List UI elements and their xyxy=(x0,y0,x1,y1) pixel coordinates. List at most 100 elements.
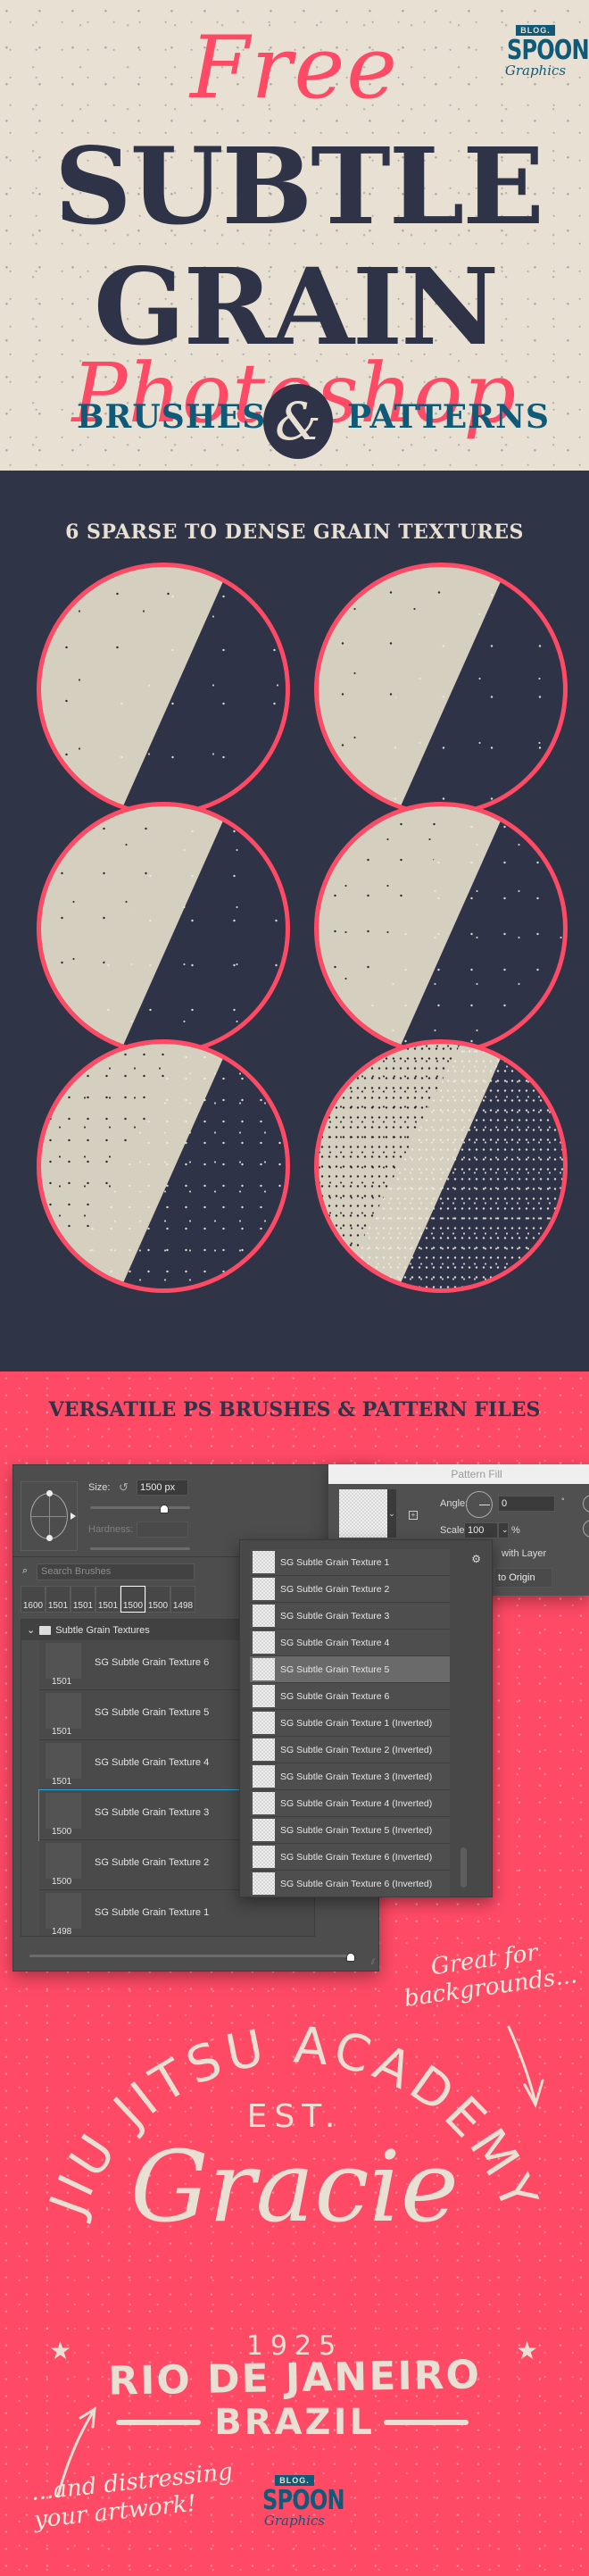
chevron-down-icon[interactable]: ⌄ xyxy=(27,1624,35,1636)
percent-unit: % xyxy=(511,1525,520,1536)
pattern-list-item[interactable]: SG Subtle Grain Texture 3 (Inverted) xyxy=(250,1763,450,1790)
search-icon: ⌕ xyxy=(22,1565,29,1576)
arrow-down-icon xyxy=(507,2025,544,2108)
crosshair-horizontal xyxy=(30,1516,66,1517)
crosshair-vertical xyxy=(49,1493,50,1538)
tip-handle-bottom[interactable] xyxy=(46,1535,53,1541)
brush-tip-preview[interactable] xyxy=(21,1481,78,1551)
gracie-script: Gracie xyxy=(130,2130,459,2244)
hardness-slider[interactable] xyxy=(90,1547,190,1550)
pattern-list-item[interactable]: SG Subtle Grain Texture 6 (Inverted) xyxy=(250,1871,450,1897)
scale-input[interactable]: 100 xyxy=(464,1522,498,1538)
versatile-heading: VERSATILE PS BRUSHES & PATTERN FILES xyxy=(48,1398,541,1421)
spoon-graphics-logo-bottom: BLOG. SPOON Graphics xyxy=(254,2472,345,2529)
new-preset-icon[interactable]: + xyxy=(409,1511,418,1520)
brush-name: SG Subtle Grain Texture 2 xyxy=(95,1857,210,1868)
link-with-layer-label[interactable]: with Layer xyxy=(502,1548,546,1559)
option-button-b[interactable] xyxy=(583,1520,589,1538)
pattern-list-item[interactable]: SG Subtle Grain Texture 6 xyxy=(250,1683,450,1710)
pattern-list-item[interactable]: SG Subtle Grain Texture 4 xyxy=(250,1630,450,1656)
pattern-thumbnail xyxy=(253,1738,275,1761)
brush-thumbnail xyxy=(46,1693,81,1729)
brush-name: SG Subtle Grain Texture 3 xyxy=(95,1807,210,1818)
patterns-label: PATTERNS xyxy=(347,398,550,436)
size-input[interactable]: 1500 px xyxy=(137,1480,188,1496)
pattern-name: SG Subtle Grain Texture 3 xyxy=(280,1610,390,1621)
pattern-name: SG Subtle Grain Texture 4 (Inverted) xyxy=(280,1797,433,1809)
pattern-name: SG Subtle Grain Texture 6 xyxy=(280,1690,390,1702)
pattern-name: SG Subtle Grain Texture 3 (Inverted) xyxy=(280,1771,433,1782)
size-label: Size: xyxy=(88,1482,111,1493)
rule-right xyxy=(384,2420,469,2425)
pattern-name: SG Subtle Grain Texture 6 (Inverted) xyxy=(280,1878,433,1889)
pattern-picker-popup: ⚙ SG Subtle Grain Texture 1 SG Subtle Gra… xyxy=(239,1539,493,1897)
texture-sample-circle xyxy=(314,802,568,1055)
pattern-thumbnail xyxy=(253,1605,275,1627)
gear-icon[interactable]: ⚙ xyxy=(471,1553,481,1565)
textures-section: 6 SPARSE TO DENSE GRAIN TEXTURES xyxy=(0,471,589,1371)
brushes-patterns-row: BRUSHES & PATTERNS xyxy=(0,375,589,473)
pattern-list-item[interactable]: SG Subtle Grain Texture 3 xyxy=(250,1603,450,1630)
pattern-thumbnail xyxy=(253,1792,275,1814)
size-slider[interactable] xyxy=(90,1506,190,1509)
pattern-thumbnail xyxy=(253,1631,275,1654)
angle-dial[interactable] xyxy=(466,1491,493,1518)
brush-preset[interactable]: 1500 xyxy=(145,1586,170,1613)
pattern-name: SG Subtle Grain Texture 2 xyxy=(280,1583,390,1595)
search-brushes-input[interactable]: Search Brushes xyxy=(37,1563,195,1580)
pattern-list-item[interactable]: SG Subtle Grain Texture 2 (Inverted) xyxy=(250,1737,450,1763)
angle-input[interactable]: 0 xyxy=(498,1496,555,1512)
pattern-thumbnail xyxy=(253,1658,275,1680)
brush-thumbnail xyxy=(46,1643,81,1679)
pattern-name: SG Subtle Grain Texture 2 (Inverted) xyxy=(280,1744,433,1755)
pattern-list-item[interactable]: SG Subtle Grain Texture 4 (Inverted) xyxy=(250,1790,450,1817)
pattern-swatch[interactable] xyxy=(339,1489,387,1538)
brush-group-name: Subtle Grain Textures xyxy=(55,1624,150,1636)
brush-preset[interactable]: 1501 xyxy=(95,1586,120,1613)
brush-size: 1501 xyxy=(52,1777,72,1787)
pattern-dropdown-chevron-icon[interactable]: ⌄ xyxy=(387,1489,396,1538)
angle-label: Angle: xyxy=(440,1498,469,1509)
scale-dropdown-chevron-icon[interactable]: ⌄ xyxy=(498,1522,509,1538)
pattern-list-item[interactable]: SG Subtle Grain Texture 1 xyxy=(250,1549,450,1576)
hardness-input[interactable] xyxy=(137,1521,188,1538)
pattern-name: SG Subtle Grain Texture 5 (Inverted) xyxy=(280,1824,433,1836)
pattern-list-item[interactable]: SG Subtle Grain Texture 5 xyxy=(250,1656,450,1683)
brush-preset[interactable]: 1501 xyxy=(71,1586,95,1613)
preview-size-slider-thumb[interactable] xyxy=(346,1953,355,1962)
brush-size: 1500 xyxy=(52,1877,72,1887)
brush-size: 1501 xyxy=(52,1727,72,1737)
tip-handle-top[interactable] xyxy=(46,1490,53,1496)
logo-graphics-text: Graphics xyxy=(263,2513,326,2529)
brush-name: SG Subtle Grain Texture 1 xyxy=(95,1907,210,1918)
folder-icon xyxy=(39,1625,52,1635)
preview-size-slider[interactable] xyxy=(29,1955,351,1957)
brush-preset[interactable]: 1498 xyxy=(170,1586,195,1613)
pattern-thumbnail xyxy=(253,1551,275,1573)
brush-preset[interactable]: 1500 xyxy=(120,1586,145,1613)
texture-sample-circle xyxy=(37,563,290,816)
subtle-title: SUBTLE xyxy=(54,124,544,248)
pattern-thumbnail xyxy=(253,1578,275,1600)
pattern-list-item[interactable]: SG Subtle Grain Texture 6 (Inverted) xyxy=(250,1844,450,1871)
pattern-list-scrollbar[interactable] xyxy=(460,1847,467,1888)
texture-sample-circle xyxy=(314,563,568,816)
textures-heading: 6 SPARSE TO DENSE GRAIN TEXTURES xyxy=(65,521,524,544)
brush-thumbnail xyxy=(46,1743,81,1779)
pattern-thumbnail xyxy=(253,1685,275,1707)
option-button-a[interactable] xyxy=(583,1495,589,1513)
reset-size-icon[interactable]: ↺ xyxy=(119,1480,129,1495)
brush-preset[interactable]: 1501 xyxy=(46,1586,71,1613)
pattern-list-item[interactable]: SG Subtle Grain Texture 2 xyxy=(250,1576,450,1603)
size-slider-thumb[interactable] xyxy=(159,1505,169,1513)
pattern-list-item[interactable]: SG Subtle Grain Texture 5 (Inverted) xyxy=(250,1817,450,1844)
snap-to-origin-button[interactable]: to Origin xyxy=(494,1568,552,1588)
scale-label: Scale: xyxy=(440,1525,468,1536)
logo-spoon-text: SPOON xyxy=(507,35,589,66)
brush-thumbnail xyxy=(46,1843,81,1879)
brush-preset[interactable]: 1600 xyxy=(21,1586,46,1613)
texture-sample-circle xyxy=(314,1039,568,1293)
spoon-graphics-logo: BLOG. SPOON Graphics xyxy=(500,21,589,78)
tip-rotate-arrow-icon[interactable] xyxy=(71,1513,76,1520)
pattern-list-item[interactable]: SG Subtle Grain Texture 1 (Inverted) xyxy=(250,1710,450,1737)
